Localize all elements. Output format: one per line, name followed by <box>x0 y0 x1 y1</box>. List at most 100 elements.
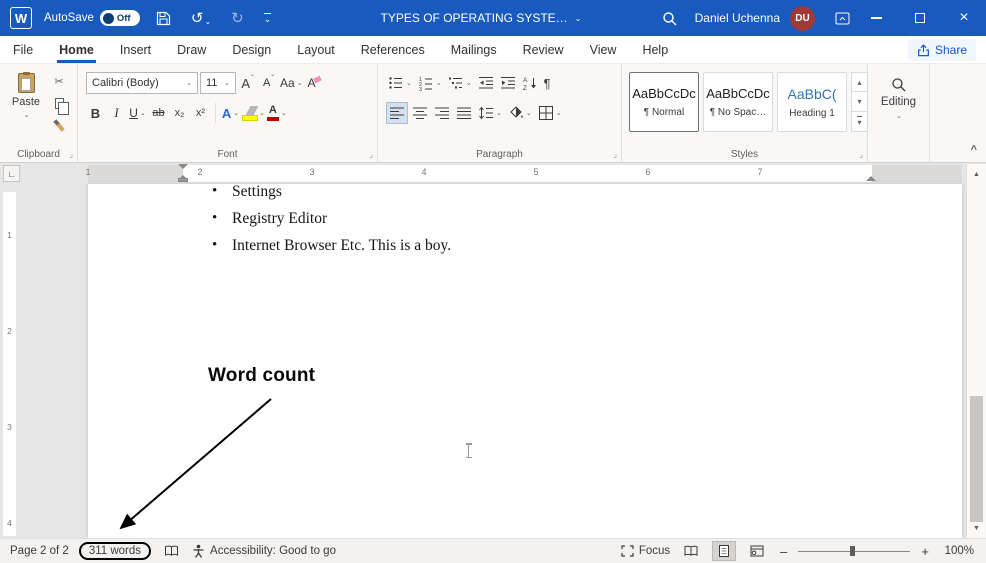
style-preview: AaBbCcDc <box>632 86 696 101</box>
align-left-button[interactable] <box>386 102 408 124</box>
font-family-select[interactable]: Calibri (Body) ⌄ <box>86 72 198 94</box>
line-spacing-button[interactable]: ⌄ <box>476 102 504 124</box>
zoom-slider[interactable] <box>798 544 911 558</box>
read-mode-button[interactable] <box>679 541 703 561</box>
text-effects-button[interactable]: A ⌄ <box>221 102 240 124</box>
share-button[interactable]: Share <box>907 39 976 61</box>
chevron-down-icon: ⌄ <box>23 112 30 119</box>
bold-button[interactable]: B <box>86 102 105 124</box>
style-heading-1[interactable]: AaBbC( Heading 1 <box>777 72 847 132</box>
scroll-down-button[interactable]: ▼ <box>967 521 986 535</box>
zoom-level[interactable]: 100% <box>940 545 974 557</box>
tab-mailings[interactable]: Mailings <box>438 36 510 63</box>
maximize-button[interactable] <box>898 0 942 36</box>
styles-scroll-up-button[interactable]: ▴ <box>851 72 868 92</box>
style-preview: AaBbC( <box>787 85 837 102</box>
tab-draw[interactable]: Draw <box>164 36 219 63</box>
align-right-button[interactable] <box>432 102 452 124</box>
multilevel-list-button[interactable]: ⌄ <box>446 72 474 94</box>
web-layout-button[interactable] <box>745 541 769 561</box>
underline-button[interactable]: U ⌄ <box>128 102 147 124</box>
tab-review[interactable]: Review <box>510 36 577 63</box>
increase-indent-button[interactable] <box>498 72 518 94</box>
shading-button[interactable]: ⌄ <box>506 102 534 124</box>
font-dialog-launcher-icon[interactable]: ⌟ <box>369 150 373 159</box>
document-title-text: TYPES OF OPERATING SYSTE… <box>380 11 568 25</box>
tab-selector[interactable]: ∟ <box>3 165 20 182</box>
copy-button[interactable] <box>48 94 70 115</box>
paste-button[interactable]: Paste ⌄ <box>7 72 45 119</box>
multilevel-list-icon <box>448 77 462 89</box>
tab-design[interactable]: Design <box>219 36 284 63</box>
focus-button[interactable]: Focus <box>621 545 670 557</box>
zoom-slider-thumb[interactable] <box>850 546 856 556</box>
highlight-color-button[interactable]: ⌄ <box>242 102 265 124</box>
styles-dialog-launcher-icon[interactable]: ⌟ <box>859 150 863 159</box>
sort-button[interactable]: AZ <box>520 72 540 94</box>
cut-button[interactable]: ✂ <box>48 72 70 91</box>
scrollbar-thumb[interactable] <box>970 396 983 522</box>
bullets-button[interactable]: ⌄ <box>386 72 414 94</box>
strikethrough-button[interactable]: ab <box>149 102 168 124</box>
format-painter-button[interactable] <box>48 116 70 135</box>
change-case-button[interactable]: Aa ⌄ <box>280 72 303 94</box>
justify-button[interactable] <box>454 102 474 124</box>
tab-view[interactable]: View <box>577 36 630 63</box>
numbering-button[interactable]: 123 ⌄ <box>416 72 444 94</box>
accessibility-status[interactable]: Accessibility: Good to go <box>192 544 336 558</box>
styles-scroll-down-button[interactable]: ▾ <box>851 92 868 112</box>
borders-button[interactable]: ⌄ <box>536 102 564 124</box>
font-color-button[interactable]: A ⌄ <box>266 102 287 124</box>
autosave-switch[interactable]: Off <box>99 10 140 26</box>
document-title[interactable]: TYPES OF OPERATING SYSTE… ⌄ <box>381 0 582 36</box>
ribbon-display-options-button[interactable] <box>831 0 854 36</box>
decrease-indent-button[interactable] <box>476 72 496 94</box>
left-indent-marker[interactable] <box>178 178 188 182</box>
proofing-status[interactable] <box>164 545 179 557</box>
zoom-in-button[interactable]: + <box>919 544 931 559</box>
word-logo-icon[interactable]: W <box>10 7 32 29</box>
show-formatting-marks-button[interactable]: ¶ <box>542 72 553 94</box>
vertical-scrollbar[interactable]: ▲ ▼ <box>966 164 986 538</box>
paragraph-dialog-launcher-icon[interactable]: ⌟ <box>613 150 617 159</box>
document-page[interactable]: Settings Registry Editor Internet Browse… <box>88 184 962 538</box>
redo-button[interactable]: ↻ <box>227 0 248 36</box>
close-button[interactable]: × <box>942 0 986 36</box>
editing-button[interactable]: Editing ⌄ <box>868 77 929 120</box>
subscript-button[interactable]: x₂ <box>170 102 189 124</box>
right-indent-marker[interactable] <box>866 171 876 181</box>
clear-formatting-button[interactable]: A <box>305 72 324 94</box>
status-page-info[interactable]: Page 2 of 2 <box>10 545 69 557</box>
zoom-out-button[interactable]: – <box>778 544 789 559</box>
save-button[interactable] <box>152 0 175 36</box>
style-normal[interactable]: AaBbCcDc ¶ Normal <box>629 72 699 132</box>
shrink-font-button[interactable]: Aˇ <box>259 72 278 94</box>
clipboard-dialog-launcher-icon[interactable]: ⌟ <box>69 150 73 159</box>
style-no-spacing[interactable]: AaBbCcDc ¶ No Spac… <box>703 72 773 132</box>
tab-layout[interactable]: Layout <box>284 36 348 63</box>
tab-references[interactable]: References <box>348 36 438 63</box>
italic-button[interactable]: I <box>107 102 126 124</box>
styles-more-button[interactable]: ▾ <box>851 112 868 132</box>
customize-quick-access-button[interactable]: ⌄ <box>260 0 276 36</box>
tab-home[interactable]: Home <box>46 36 107 63</box>
word-count-status[interactable]: 311 words <box>78 542 152 560</box>
tab-file[interactable]: File <box>0 36 46 63</box>
tab-insert[interactable]: Insert <box>107 36 164 63</box>
search-button[interactable] <box>658 0 681 36</box>
align-center-button[interactable] <box>410 102 430 124</box>
paragraph-row-1: ⌄ 123 ⌄ ⌄ AZ ¶ <box>386 72 553 94</box>
scroll-up-button[interactable]: ▲ <box>967 167 986 181</box>
user-name[interactable]: Daniel Uchenna <box>695 11 780 25</box>
print-layout-button[interactable] <box>712 541 737 561</box>
minimize-button[interactable] <box>854 0 898 36</box>
superscript-button[interactable]: x² <box>191 102 210 124</box>
undo-button[interactable]: ↺ ⌄ <box>187 0 215 36</box>
horizontal-ruler[interactable]: 1 2 3 4 5 6 7 <box>0 163 986 184</box>
font-size-select[interactable]: 11 ⌄ <box>200 72 236 94</box>
collapse-ribbon-button[interactable]: ^ <box>971 144 977 156</box>
tab-help[interactable]: Help <box>629 36 681 63</box>
grow-font-button[interactable]: Aˆ <box>238 72 257 94</box>
autosave-toggle[interactable]: AutoSave Off <box>44 10 140 26</box>
avatar[interactable]: DU <box>790 5 815 31</box>
